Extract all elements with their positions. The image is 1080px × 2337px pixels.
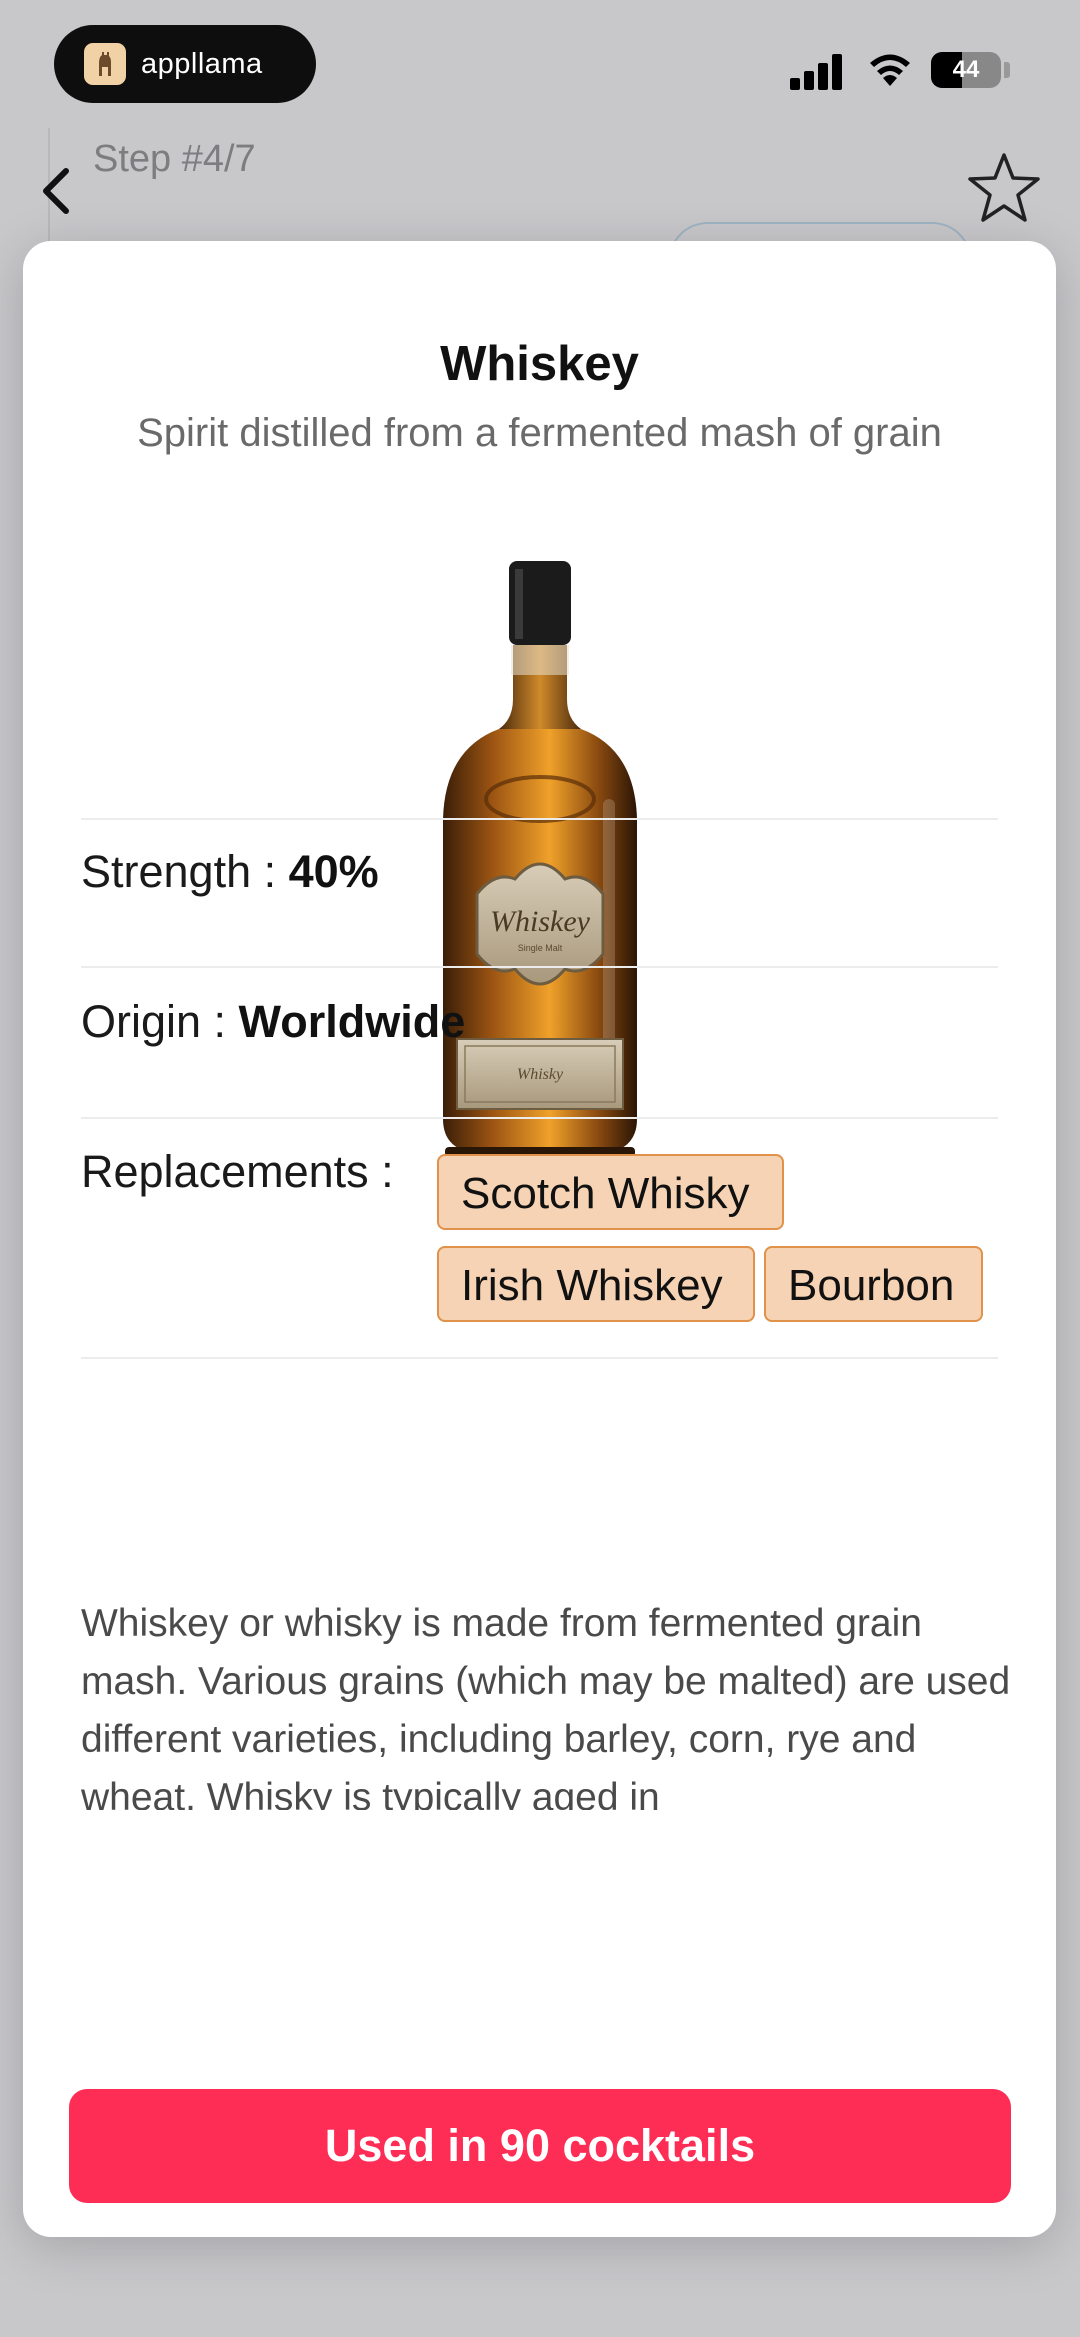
replacement-chip-bourbon[interactable]: Bourbon [764,1246,983,1322]
divider [81,966,998,968]
wifi-icon [870,54,910,86]
divider [81,818,998,820]
divider [81,1357,998,1359]
back-chevron-icon[interactable] [38,165,72,217]
ingredient-title: Whiskey [440,337,639,391]
cellular-signal-icon [790,52,844,90]
llama-logo-icon [84,43,126,85]
step-indicator: Step #4/7 [93,138,256,180]
battery-percentage: 44 [952,56,980,83]
replacement-chip-scotch-whisky[interactable]: Scotch Whisky [437,1154,784,1230]
origin-value: Worldwide [238,996,466,1047]
ingredient-detail-sheet: Whiskey Spirit distilled from a fermente… [23,241,1056,2237]
used-in-cocktails-button[interactable]: Used in 90 cocktails [69,2089,1011,2203]
origin-label: Origin : [81,996,239,1047]
origin-row: Origin : Worldwide [81,996,465,1048]
bottle-lower-label-text: Whisky [517,1066,564,1083]
replacements-label: Replacements : [81,1146,394,1197]
bottle-label-text: Whiskey [490,905,591,938]
strength-label: Strength : [81,846,289,897]
whiskey-bottle-image: Whiskey Single Malt Whisky [443,561,637,1229]
strength-row: Strength : 40% [81,846,379,898]
star-favorite-icon[interactable] [966,150,1042,226]
ingredient-subtitle: Spirit distilled from a fermented mash o… [137,411,942,455]
strength-value: 40% [288,846,379,897]
divider [81,1117,998,1119]
battery-icon: 44 [931,52,1001,88]
app-name: appllama [141,47,263,80]
ingredient-long-description: Whiskey or whisky is made from fermented… [81,1602,1011,1810]
bottle-label-subtext: Single Malt [518,943,563,953]
status-bar: appllama 44 [0,0,1080,120]
replacement-chip-irish-whiskey[interactable]: Irish Whiskey [437,1246,755,1322]
battery-tip [1004,62,1010,78]
app-badge[interactable]: appllama [54,25,316,103]
